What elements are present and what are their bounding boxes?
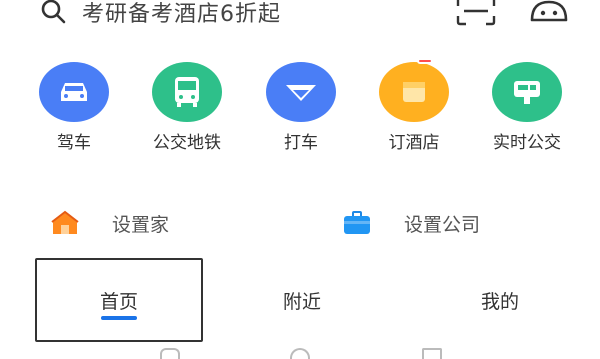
tab-label: 我的: [480, 290, 519, 313]
service-label: 打车: [284, 133, 318, 153]
set-home-shortcut[interactable]: 设置家: [50, 208, 169, 238]
tab-home[interactable]: 首页: [35, 258, 203, 342]
list-item-icon: [422, 348, 442, 359]
service-label: 公交地铁: [153, 133, 221, 153]
tab-label: 附近: [282, 290, 321, 313]
bus-icon: [152, 62, 222, 122]
service-realtime-bus[interactable]: 实时公交: [477, 62, 577, 153]
car-icon: [39, 62, 109, 122]
set-company-shortcut[interactable]: 设置公司: [342, 208, 480, 238]
briefcase-icon: [344, 211, 370, 234]
list-item-icon: [290, 348, 310, 359]
taxi-icon: [266, 62, 336, 122]
search-icon: [41, 0, 66, 24]
service-label: 实时公交: [493, 133, 561, 153]
service-label: 订酒店: [388, 133, 440, 153]
set-home-label: 设置家: [112, 213, 170, 236]
search-bar[interactable]: 考研备考酒店6折起: [0, 0, 600, 28]
service-drive[interactable]: 驾车: [24, 62, 124, 153]
promo-badge: [417, 58, 433, 64]
service-transit[interactable]: 公交地铁: [137, 62, 237, 153]
voice-assistant-icon[interactable]: [528, 0, 570, 28]
search-input[interactable]: 考研备考酒店6折起: [82, 0, 281, 28]
tab-label: 首页: [99, 290, 138, 313]
service-label: 驾车: [57, 133, 91, 153]
active-tab-indicator: [101, 316, 137, 320]
home-icon: [51, 210, 79, 234]
quick-services: 驾车 公交地铁 打车 订酒店 实时公交: [0, 58, 600, 162]
tab-bar: 首页 附近 我的: [0, 258, 600, 342]
tab-mine[interactable]: 我的: [416, 258, 584, 342]
realtime-bus-icon: [492, 62, 562, 122]
scan-icon[interactable]: [456, 0, 496, 26]
service-hotel[interactable]: 订酒店: [364, 58, 464, 153]
set-company-label: 设置公司: [404, 213, 481, 236]
list-item-icon: [160, 348, 180, 359]
hotel-icon: [379, 58, 449, 122]
service-taxi[interactable]: 打车: [251, 62, 351, 153]
tab-nearby[interactable]: 附近: [218, 258, 386, 342]
